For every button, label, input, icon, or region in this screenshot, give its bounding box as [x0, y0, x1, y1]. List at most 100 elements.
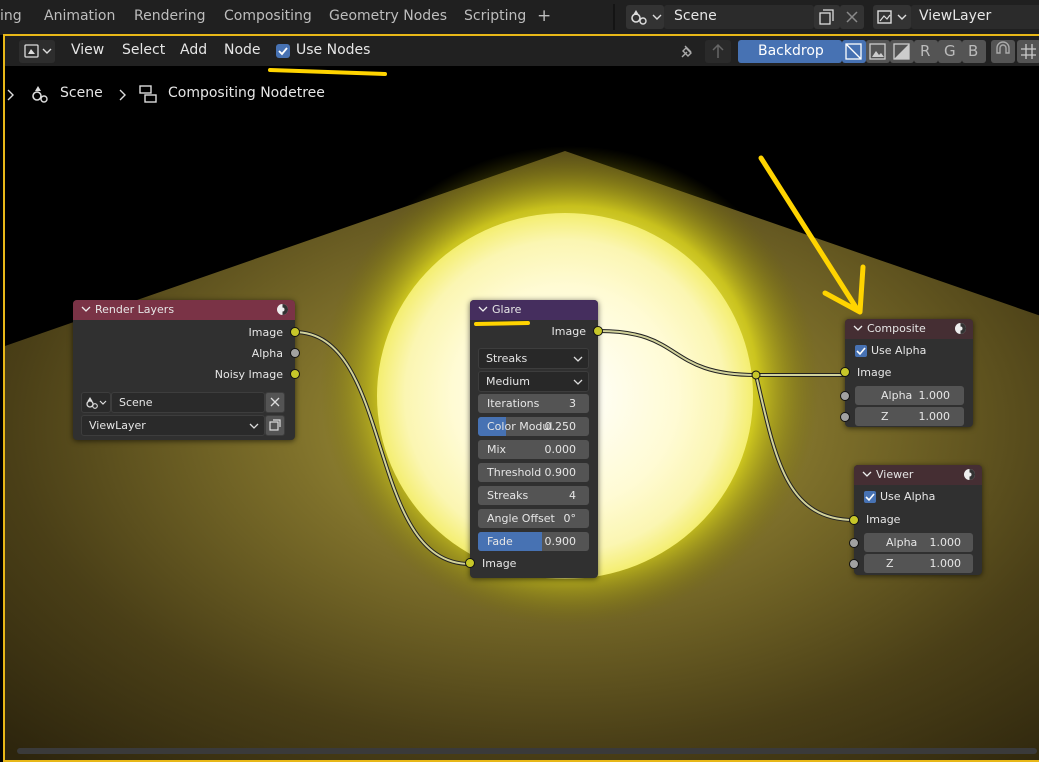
rl-view-layer-text: ViewLayer: [89, 419, 146, 432]
composite-use-alpha-checkbox[interactable]: [855, 345, 867, 357]
chevron-down-icon: [573, 356, 583, 362]
composite-header[interactable]: Composite: [845, 319, 973, 339]
viewer-node[interactable]: Viewer Use Alpha Image Alpha 1.000 Z 1.0…: [849, 465, 982, 575]
glare-color-modulation-field[interactable]: Color Modul 0.250: [478, 417, 589, 436]
glare-iterations-label: Iterations: [487, 397, 540, 410]
close-icon: [270, 397, 280, 407]
glare-iterations-value: 3: [569, 397, 576, 410]
output-alpha-socket[interactable]: [290, 348, 300, 358]
viewer-z-value: 1.000: [929, 557, 962, 570]
glare-streaks-label: Streaks: [487, 489, 529, 502]
glare-node[interactable]: Glare Image Streaks Medium Iterations 3 Co…: [465, 300, 603, 578]
copy-icon: [269, 419, 281, 431]
tab-scripting[interactable]: Scripting: [464, 8, 526, 24]
output-image-label: Image: [248, 326, 283, 339]
rl-scene-text: Scene: [119, 396, 153, 409]
glare-type-text: Streaks: [486, 352, 528, 365]
composite-z-value: 1.000: [918, 410, 951, 423]
viewer-alpha-label: Alpha: [886, 536, 918, 549]
tab-rendering[interactable]: Rendering: [134, 8, 206, 24]
viewer-z-socket[interactable]: [849, 559, 859, 569]
rl-scene-field[interactable]: Scene: [111, 392, 265, 413]
new-scene-button[interactable]: [814, 5, 840, 29]
copy-icon: [819, 9, 834, 25]
scene-name-field[interactable]: Scene: [664, 5, 814, 29]
composite-alpha-field[interactable]: Alpha 1.000: [855, 386, 964, 405]
glare-input-image-label: Image: [482, 557, 517, 570]
glare-mix-label: Mix: [487, 443, 507, 456]
add-workspace-button[interactable]: +: [537, 6, 551, 26]
node-editor[interactable]: View Select Add Node Use Nodes Backdrop …: [3, 34, 1039, 762]
composite-use-alpha-label: Use Alpha: [871, 344, 927, 357]
render-layers-node[interactable]: Render Layers Image Alpha Noisy Image Sc…: [73, 300, 300, 440]
rl-render-layer-button[interactable]: [265, 415, 285, 436]
viewer-alpha-field[interactable]: Alpha 1.000: [864, 533, 973, 552]
tab-geometry-nodes[interactable]: Geometry Nodes: [329, 8, 447, 24]
composite-alpha-label: Alpha: [881, 389, 913, 402]
glare-fade-value: 0.900: [544, 535, 577, 548]
composite-z-field[interactable]: Z 1.000: [855, 407, 964, 426]
glare-angle-offset-value: 0°: [563, 512, 577, 525]
composite-z-label: Z: [881, 410, 889, 423]
glare-title: Glare: [492, 303, 522, 316]
output-image-socket[interactable]: [290, 327, 300, 337]
rl-scene-browse[interactable]: [81, 392, 111, 413]
scene-icon: [631, 10, 662, 25]
output-alpha-label: Alpha: [251, 347, 283, 360]
viewer-z-label: Z: [886, 557, 894, 570]
render-icon: [964, 469, 975, 480]
output-noisy-image-socket[interactable]: [290, 369, 300, 379]
render-layers-title: Render Layers: [95, 303, 175, 316]
glare-color-modulation-label: Color Modul: [487, 420, 553, 433]
viewer-use-alpha-checkbox[interactable]: [864, 491, 876, 503]
scene-browse-button[interactable]: [626, 5, 664, 29]
rl-scene-clear[interactable]: [265, 392, 285, 413]
horizontal-scrollbar[interactable]: [17, 748, 1037, 754]
glare-streaks-value: 4: [569, 489, 576, 502]
glare-output-image-socket[interactable]: [593, 326, 603, 336]
rl-view-layer-dropdown[interactable]: ViewLayer: [81, 415, 265, 436]
glare-threshold-field[interactable]: Threshold 0.900: [478, 463, 589, 482]
glare-fade-field[interactable]: Fade 0.900: [478, 532, 589, 551]
viewer-input-image-socket[interactable]: [849, 515, 859, 525]
viewer-input-image-label: Image: [866, 513, 901, 526]
viewer-header[interactable]: Viewer: [854, 465, 982, 485]
remove-scene-button[interactable]: [840, 5, 864, 29]
chevron-down-icon[interactable]: [853, 323, 863, 333]
tab-compositing[interactable]: Compositing: [224, 8, 312, 24]
glare-type-dropdown[interactable]: Streaks: [478, 348, 589, 369]
glare-angle-offset-label: Angle Offset: [487, 512, 555, 525]
view-layer-name-text: ViewLayer: [919, 8, 992, 24]
glare-input-image-socket[interactable]: [465, 558, 475, 568]
scene-icon: [86, 397, 107, 409]
glare-quality-dropdown[interactable]: Medium: [478, 371, 589, 392]
composite-z-socket[interactable]: [840, 412, 850, 422]
composite-title: Composite: [867, 322, 926, 335]
tab-animation[interactable]: Animation: [44, 8, 115, 24]
view-layer-browse-button[interactable]: [873, 5, 911, 29]
view-layer-icon: [877, 10, 907, 24]
checkmark-icon: [856, 347, 866, 356]
viewer-alpha-socket[interactable]: [849, 538, 859, 548]
tab-layout[interactable]: ing: [0, 8, 22, 24]
render-layers-header[interactable]: Render Layers: [73, 300, 295, 320]
glare-threshold-value: 0.900: [544, 466, 577, 479]
composite-input-image-socket[interactable]: [840, 367, 850, 377]
glare-angle-offset-field[interactable]: Angle Offset 0°: [478, 509, 589, 528]
chevron-down-icon[interactable]: [862, 469, 872, 479]
viewer-z-field[interactable]: Z 1.000: [864, 554, 973, 573]
glare-mix-value: 0.000: [544, 443, 577, 456]
top-bar: ing Animation Rendering Compositing Geom…: [0, 0, 1039, 35]
view-layer-name-field[interactable]: ViewLayer: [911, 5, 1039, 29]
glare-header[interactable]: Glare: [470, 300, 598, 320]
glare-streaks-field[interactable]: Streaks 4: [478, 486, 589, 505]
glare-iterations-field[interactable]: Iterations 3: [478, 394, 589, 413]
glare-mix-field[interactable]: Mix 0.000: [478, 440, 589, 459]
topbar-separator: [613, 4, 615, 30]
composite-input-image-label: Image: [857, 366, 892, 379]
glare-quality-text: Medium: [486, 375, 530, 388]
chevron-down-icon[interactable]: [81, 304, 91, 314]
composite-alpha-socket[interactable]: [840, 391, 850, 401]
chevron-down-icon[interactable]: [478, 304, 488, 314]
composite-node[interactable]: Composite Use Alpha Image Alpha 1.000 Z …: [840, 319, 973, 427]
